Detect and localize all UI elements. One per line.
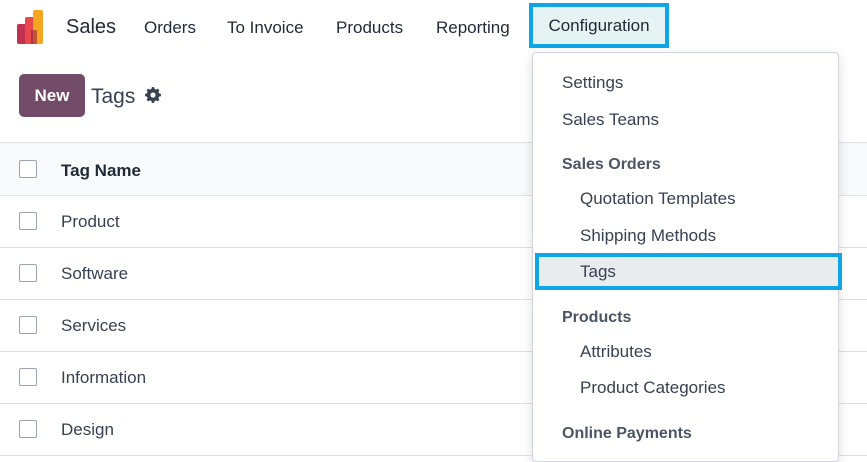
- row-checkbox[interactable]: [19, 420, 37, 438]
- nav-products[interactable]: Products: [336, 18, 403, 38]
- row-checkbox[interactable]: [19, 316, 37, 334]
- nav-to-invoice[interactable]: To Invoice: [227, 18, 304, 38]
- top-navbar: Sales Orders To Invoice Products Reporti…: [0, 0, 867, 56]
- tag-name-cell: Software: [61, 264, 129, 283]
- menu-section-online-payments: Online Payments: [562, 425, 692, 442]
- menu-item-sales-teams[interactable]: Sales Teams: [533, 103, 838, 137]
- row-checkbox[interactable]: [19, 212, 37, 230]
- app-name[interactable]: Sales: [66, 16, 116, 39]
- nav-orders[interactable]: Orders: [144, 18, 196, 38]
- menu-item-quotation-templates[interactable]: Quotation Templates: [533, 182, 838, 216]
- menu-item-shipping-methods[interactable]: Shipping Methods: [533, 219, 838, 253]
- row-checkbox[interactable]: [19, 368, 37, 386]
- menu-item-product-categories[interactable]: Product Categories: [533, 371, 838, 405]
- new-button[interactable]: New: [19, 74, 85, 117]
- gear-icon[interactable]: [145, 87, 161, 103]
- nav-reporting[interactable]: Reporting: [436, 18, 510, 38]
- menu-item-settings[interactable]: Settings: [533, 66, 838, 100]
- column-header-tag-name[interactable]: Tag Name: [61, 161, 141, 181]
- menu-item-attributes[interactable]: Attributes: [533, 335, 838, 369]
- menu-section-sales-orders: Sales Orders: [562, 156, 661, 173]
- row-checkbox[interactable]: [19, 264, 37, 282]
- tag-name-cell: Information: [61, 368, 147, 387]
- tag-name-cell: Product: [61, 212, 120, 231]
- configuration-dropdown: Settings Sales Teams Sales Orders Quotat…: [532, 52, 842, 462]
- app-logo-icon[interactable]: [17, 10, 53, 44]
- select-all-checkbox[interactable]: [19, 160, 37, 178]
- nav-configuration[interactable]: Configuration: [529, 3, 669, 48]
- tag-name-cell: Design: [61, 420, 114, 439]
- menu-section-products: Products: [562, 309, 632, 326]
- menu-item-tags[interactable]: Tags: [535, 253, 842, 290]
- tag-name-cell: Services: [61, 316, 127, 335]
- page-title: Tags: [91, 85, 136, 108]
